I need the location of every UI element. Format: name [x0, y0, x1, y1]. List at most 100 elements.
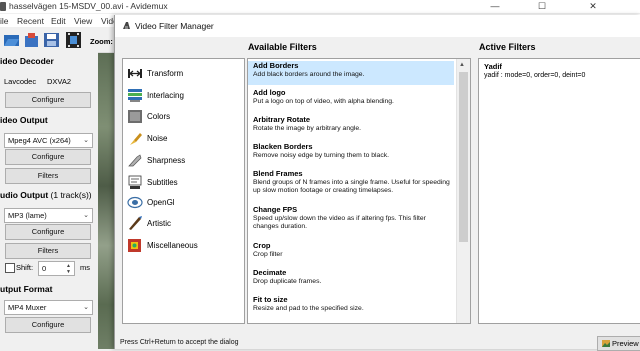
filter-fit-to-size[interactable]: Fit to size Resize and pad to the specif…: [248, 295, 454, 319]
transform-icon: [128, 69, 142, 78]
filter-category-list: Transform Interlacing Colors Noise Sharp…: [122, 58, 245, 324]
category-interlacing[interactable]: Interlacing: [127, 87, 240, 105]
left-settings-panel: ideo Decoder Lavcodec DXVA2 Configure id…: [0, 52, 98, 349]
active-filters-list: Yadif yadif : mode=0, order=0, deint=0: [478, 58, 640, 324]
menu-view[interactable]: View: [74, 16, 92, 26]
decoder-configure-button[interactable]: Configure: [5, 92, 91, 108]
scroll-up-icon[interactable]: ▲: [459, 62, 465, 68]
noise-brush-icon: [130, 133, 142, 145]
filter-description: Speed up/slow down the video as if alter…: [253, 215, 426, 230]
filter-arbitrary-rotate[interactable]: Arbitrary Rotate Rotate the image by arb…: [248, 115, 454, 139]
shift-spinbox[interactable]: 0 ▲ ▼: [38, 261, 75, 276]
zoom-label: Zoom:: [90, 37, 113, 46]
chevron-down-icon: ⌄: [83, 137, 89, 144]
category-colors[interactable]: Colors: [127, 108, 240, 126]
category-label: Sharpness: [147, 156, 186, 165]
active-filters-heading: Active Filters: [479, 42, 536, 52]
category-subtitles[interactable]: Subtitles: [127, 174, 240, 192]
shift-checkbox[interactable]: [5, 263, 15, 273]
audio-codec-value: MP3 (lame): [8, 211, 47, 220]
audio-filters-button[interactable]: Filters: [5, 243, 91, 259]
muxer-select[interactable]: MP4 Muxer ⌄: [4, 300, 93, 315]
video-decoder-heading: ideo Decoder: [0, 56, 54, 66]
colors-icon: [128, 110, 142, 123]
category-sharpness[interactable]: Sharpness: [127, 152, 240, 170]
video-filters-button[interactable]: Filters: [5, 168, 91, 184]
category-label: Artistic: [147, 219, 171, 228]
filter-name: Add Borders: [253, 61, 299, 70]
filter-change-fps[interactable]: Change FPS Speed up/slow down the video …: [248, 205, 454, 238]
shift-value: 0: [42, 264, 47, 273]
filter-description: Add black borders around the image.: [253, 71, 365, 78]
audio-configure-button[interactable]: Configure: [5, 224, 91, 240]
output-format-heading: utput Format: [0, 284, 53, 294]
filter-description: Rotate the image by arbitrary angle.: [253, 125, 362, 132]
filter-description: Crop filter: [253, 251, 283, 258]
audio-codec-select[interactable]: MP3 (lame) ⌄: [4, 208, 93, 223]
open-info-icon[interactable]: [23, 32, 40, 48]
filter-description: Remove noisy edge by turning them to bla…: [253, 152, 390, 159]
filter-name: Arbitrary Rotate: [253, 115, 311, 124]
audio-output-heading: udio Output (1 track(s)): [0, 190, 92, 200]
filter-description: Put a logo on top of video, with alpha b…: [253, 98, 394, 105]
save-file-icon[interactable]: [43, 32, 60, 48]
accept-hint: Press Ctrl+Return to accept the dialog: [120, 339, 239, 346]
video-codec-value: Mpeg4 AVC (x264): [8, 136, 71, 145]
video-codec-select[interactable]: Mpeg4 AVC (x264) ⌄: [4, 133, 93, 148]
opengl-icon: [127, 196, 143, 209]
spin-arrows-icon: ▲ ▼: [66, 263, 71, 275]
video-properties-icon[interactable]: [65, 32, 82, 48]
filter-add-logo[interactable]: Add logo Put a logo on top of video, wit…: [248, 88, 454, 112]
category-label: Colors: [147, 112, 171, 121]
menu-edit[interactable]: Edit: [51, 16, 66, 26]
decoder-codec: DXVA2: [47, 77, 72, 86]
menu-recent[interactable]: Recent: [17, 16, 44, 26]
category-label: Miscellaneous: [147, 241, 198, 250]
filter-description: Blend groups of N frames into a single f…: [253, 179, 450, 194]
filter-name: Blend Frames: [253, 169, 303, 178]
category-opengl[interactable]: OpenGl: [127, 194, 240, 212]
available-filters-scrollbar[interactable]: ▲: [456, 59, 470, 323]
shift-label: Shift:: [16, 263, 34, 272]
artistic-icon: [129, 216, 142, 230]
scrollbar-thumb[interactable]: [459, 72, 468, 242]
category-transform[interactable]: Transform: [127, 65, 240, 83]
dialog-title: Video Filter Manager: [135, 21, 214, 31]
filter-description: Drop duplicate frames.: [253, 278, 322, 285]
miscellaneous-icon: [128, 239, 141, 252]
filter-description: Resize and pad to the specified size.: [253, 305, 364, 312]
available-filters-heading: Available Filters: [248, 42, 317, 52]
close-icon[interactable]: ✕: [578, 0, 608, 13]
maximize-icon[interactable]: ☐: [527, 0, 557, 13]
chevron-down-icon: ⌄: [83, 212, 89, 219]
category-label: Interlacing: [147, 91, 184, 100]
video-filter-manager-dialog: Video Filter Manager Available Filters A…: [114, 15, 640, 351]
avidemux-app-icon: [123, 22, 130, 29]
main-window-title: hasselvägen 15-MSDV_00.avi - Avidemux: [9, 1, 168, 11]
subtitles-icon: [128, 175, 142, 189]
filter-decimate[interactable]: Decimate Drop duplicate frames.: [248, 268, 454, 292]
filter-name: Fit to size: [253, 295, 288, 304]
shift-unit: ms: [80, 263, 90, 272]
interlacing-icon: [128, 89, 142, 102]
filter-crop[interactable]: Crop Crop filter: [248, 241, 454, 265]
muxer-configure-button[interactable]: Configure: [5, 317, 91, 333]
dialog-titlebar: Video Filter Manager: [115, 15, 640, 37]
category-miscellaneous[interactable]: Miscellaneous: [127, 237, 240, 255]
filter-add-borders[interactable]: Add Borders Add black borders around the…: [248, 61, 454, 85]
menu-file[interactable]: ile: [0, 16, 9, 26]
video-configure-button[interactable]: Configure: [5, 149, 91, 165]
chevron-down-icon: ⌄: [83, 304, 89, 311]
avidemux-app-icon: [0, 2, 6, 11]
category-noise[interactable]: Noise: [127, 130, 240, 148]
filter-name: Add logo: [253, 88, 286, 97]
minimize-icon[interactable]: —: [480, 0, 510, 13]
filter-blend-frames[interactable]: Blend Frames Blend groups of N frames in…: [248, 169, 454, 202]
preview-icon: [602, 340, 610, 347]
filter-blacken-borders[interactable]: Blacken Borders Remove noisy edge by tur…: [248, 142, 454, 166]
open-file-icon[interactable]: [3, 32, 20, 48]
category-artistic[interactable]: Artistic: [127, 215, 240, 233]
category-label: Transform: [147, 69, 184, 78]
active-filter-name: Yadif: [484, 62, 502, 71]
filter-name: Blacken Borders: [253, 142, 313, 151]
